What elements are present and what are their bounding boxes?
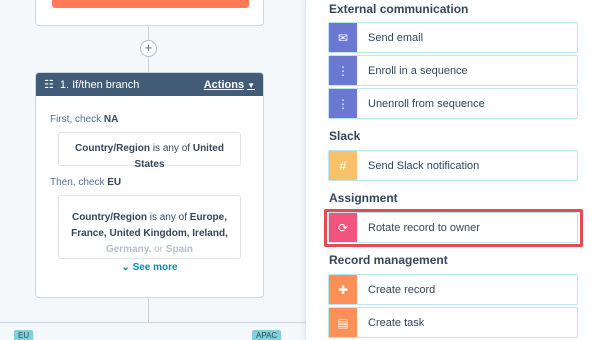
condition-field: Country/Region — [71, 212, 147, 223]
action-label: Send Slack notification — [368, 159, 480, 172]
send-email-action[interactable]: ✉ Send email — [328, 22, 578, 53]
condition-op: is any of — [152, 143, 191, 154]
then-check-label: Then, check EU — [36, 177, 263, 188]
condition-value: United Kingdom, — [109, 228, 190, 239]
slack-icon: # — [329, 151, 357, 180]
condition-value: Germany, — [105, 244, 152, 255]
action-label: Create task — [368, 316, 425, 329]
send-slack-notification-action[interactable]: # Send Slack notification — [328, 150, 578, 181]
condition-value: Ireland, — [192, 228, 228, 239]
check-prefix: Then, check — [50, 177, 105, 188]
check-prefix: First, check — [50, 114, 102, 125]
see-more-label: See more — [132, 262, 178, 273]
action-label: Unenroll from sequence — [368, 97, 485, 110]
see-more-link[interactable]: ⌄ See more — [36, 262, 263, 273]
section-title: External communication — [329, 2, 469, 16]
action-label: Create record — [368, 283, 436, 296]
branch-header: ☷ 1. If/then branch Actions ▼ — [36, 73, 263, 96]
if-then-branch-card[interactable]: ☷ 1. If/then branch Actions ▼ First, chec… — [35, 72, 264, 298]
create-record-action[interactable]: ✚ Create record — [328, 274, 578, 305]
section-title: Slack — [329, 129, 361, 143]
condition-value: France, — [71, 228, 107, 239]
task-icon: ▤ — [329, 308, 357, 337]
second-condition-box[interactable]: Country/Region is any of Europe, France,… — [58, 195, 241, 259]
highlight-box — [324, 209, 583, 247]
check-name: NA — [103, 114, 119, 125]
condition-op: is any of — [149, 212, 187, 223]
section-title: Record management — [329, 253, 448, 267]
branch-split-line — [0, 322, 305, 323]
action-picker-panel: External communication ✉ Send email ⋮ En… — [305, 0, 600, 340]
actions-dropdown[interactable]: Actions ▼ — [204, 79, 255, 91]
create-record-icon: ✚ — [329, 275, 357, 304]
branch-title: 1. If/then branch — [59, 78, 140, 91]
first-condition-box[interactable]: Country/Region is any of United States — [58, 132, 241, 170]
section-title: Assignment — [329, 191, 398, 205]
connector-line — [148, 26, 149, 40]
condition-value: Europe, — [189, 212, 228, 223]
previous-action-card[interactable] — [35, 0, 264, 26]
sequence-icon: ⋮ — [329, 56, 357, 85]
check-name: EU — [107, 177, 122, 188]
condition-field: Country/Region — [75, 143, 151, 154]
action-label: Enroll in a sequence — [368, 64, 468, 77]
chevron-down-icon: ⌄ — [121, 262, 130, 273]
sequence-icon: ⋮ — [329, 89, 357, 118]
action-label: Send email — [368, 31, 424, 44]
caret-down-icon: ▼ — [247, 80, 255, 90]
branch-icon: ☷ — [44, 79, 54, 91]
connector-line — [148, 57, 149, 72]
unenroll-sequence-action[interactable]: ⋮ Unenroll from sequence — [328, 88, 578, 119]
previous-action-bar — [52, 0, 249, 8]
envelope-icon: ✉ — [329, 23, 357, 52]
first-check-label: First, check NA — [36, 114, 263, 125]
branch-tag-eu[interactable]: EU — [14, 330, 34, 340]
add-action-button[interactable]: + — [140, 40, 157, 57]
create-task-action[interactable]: ▤ Create task — [328, 307, 578, 338]
condition-connector: or — [154, 244, 164, 255]
branch-tag-apac[interactable]: APAC — [252, 330, 282, 340]
actions-label: Actions — [203, 78, 245, 91]
condition-value: Spain — [165, 244, 194, 255]
connector-line — [148, 298, 149, 322]
enroll-sequence-action[interactable]: ⋮ Enroll in a sequence — [328, 55, 578, 86]
workflow-canvas: + ☷ 1. If/then branch Actions ▼ First, ch… — [0, 0, 305, 340]
